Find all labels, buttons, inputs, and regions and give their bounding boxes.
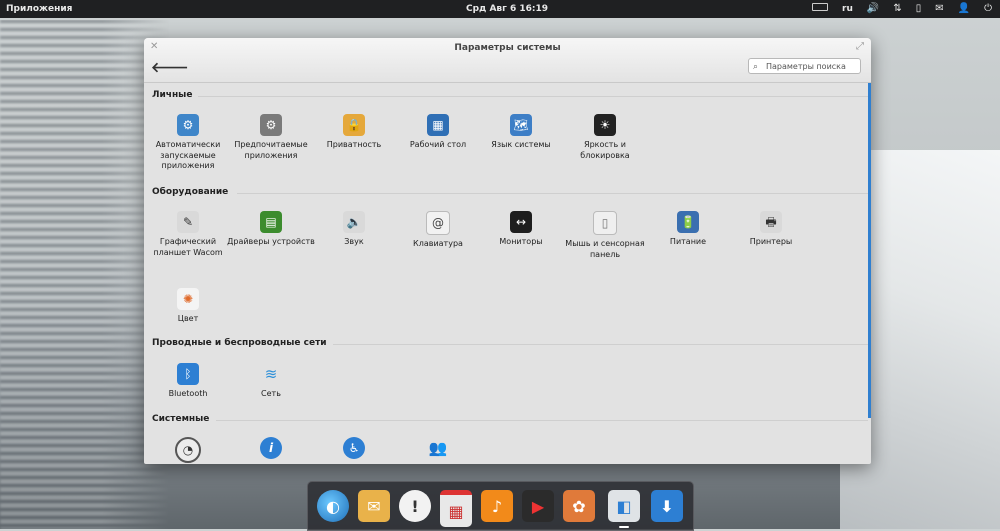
- item-wacom[interactable]: ✎ Графический планшет Wacom: [144, 211, 232, 258]
- calendar-icon[interactable]: ▦: [440, 490, 472, 527]
- desktop-icon: ▦: [427, 114, 449, 136]
- section-title-system: Системные: [152, 414, 210, 424]
- settings-content: Личные ⚙ Автоматически запускаемые прило…: [144, 83, 871, 464]
- chat-bubble-icon[interactable]: !: [399, 490, 431, 522]
- battery-panel-icon[interactable]: ▯: [916, 0, 922, 18]
- user-indicator-icon[interactable]: 👤: [958, 0, 970, 18]
- default-apps-icon: ⚙: [260, 114, 282, 136]
- video-icon[interactable]: ▶: [522, 490, 554, 522]
- settings-switch-icon[interactable]: ◧: [608, 490, 640, 522]
- item-drivers[interactable]: ▤ Драйверы устройств: [227, 211, 315, 248]
- clock-icon: ◔: [175, 437, 201, 463]
- mail-indicator-icon[interactable]: ✉: [935, 0, 943, 18]
- item-sound[interactable]: 🔈 Звук: [310, 211, 398, 248]
- item-mouse[interactable]: ▯ Мышь и сенсорная панель: [561, 211, 649, 260]
- scrollbar[interactable]: [868, 83, 871, 418]
- autostart-apps-icon: ⚙: [177, 114, 199, 136]
- tablet-pen-icon: ✎: [177, 211, 199, 233]
- item-color[interactable]: ✺ Цвет: [144, 288, 232, 325]
- info-icon: i: [260, 437, 282, 459]
- back-arrow-icon[interactable]: 🡐: [151, 59, 189, 76]
- system-settings-window: ✕ Параметры системы ⤢ 🡐 ⌕ Параметры поис…: [144, 38, 871, 464]
- maximize-icon[interactable]: ⤢: [856, 41, 864, 52]
- section-title-network: Проводные и беспроводные сети: [152, 338, 327, 348]
- item-bluetooth[interactable]: ᛒ Bluetooth: [144, 363, 232, 400]
- speaker-icon: 🔈: [343, 211, 365, 233]
- dock: ◐ ✉ ! ▦ ♪ ▶ ✿ ◧ ⬇: [307, 481, 694, 531]
- item-autostart[interactable]: ⚙ Автоматически запускаемые приложения: [144, 114, 232, 172]
- item-brightness[interactable]: ☀ Яркость и блокировка: [561, 114, 649, 161]
- window-titlebar: ✕ Параметры системы ⤢ 🡐 ⌕ Параметры поис…: [144, 38, 871, 83]
- item-privacy[interactable]: 🔒 Приватность: [310, 114, 398, 151]
- users-icon: 👥: [428, 438, 448, 457]
- accessibility-icon: ♿: [343, 437, 365, 459]
- section-title-hardware: Оборудование: [152, 187, 229, 197]
- system-tray: ru 🔊 ⇅ ▯ ✉ 👤 ⏻: [812, 0, 992, 18]
- photos-icon[interactable]: ✿: [563, 490, 595, 522]
- keyboard-icon: @: [426, 211, 450, 235]
- item-accessibility[interactable]: ♿: [310, 437, 398, 463]
- language-icon: 🗺: [510, 114, 532, 136]
- item-network[interactable]: ≋ Сеть: [227, 363, 315, 400]
- item-power[interactable]: 🔋 Питание: [644, 211, 732, 248]
- item-monitors[interactable]: ↔ Мониторы: [477, 211, 565, 248]
- section-divider: [198, 96, 868, 97]
- item-default-apps[interactable]: ⚙ Предпочитаемые приложения: [227, 114, 315, 161]
- network-arrows-icon[interactable]: ⇅: [893, 0, 901, 18]
- search-input[interactable]: ⌕ Параметры поиска: [748, 58, 861, 74]
- padlock-icon: 🔒: [343, 114, 365, 136]
- active-app-indicator: [619, 526, 629, 528]
- section-title-personal: Личные: [152, 90, 193, 100]
- item-printers[interactable]: 🖶 Принтеры: [727, 211, 815, 248]
- search-placeholder: Параметры поиска: [766, 62, 846, 71]
- section-divider: [333, 344, 868, 345]
- panel-clock[interactable]: Срд Авг 6 16:19: [466, 0, 548, 18]
- search-icon: ⌕: [753, 62, 759, 72]
- battery-icon: 🔋: [677, 211, 699, 233]
- music-note-icon[interactable]: ♪: [481, 490, 513, 522]
- mail-icon[interactable]: ✉: [358, 490, 390, 522]
- wifi-icon: ≋: [264, 364, 278, 383]
- monitor-icon: ↔: [510, 211, 532, 233]
- chip-board-icon: ▤: [260, 211, 282, 233]
- mouse-icon: ▯: [593, 211, 617, 235]
- item-users[interactable]: 👥: [394, 437, 482, 463]
- item-keyboard[interactable]: @ Клавиатура: [394, 211, 482, 250]
- keyboard-layout-icon[interactable]: [812, 0, 829, 18]
- section-divider: [237, 193, 868, 194]
- section-divider: [216, 420, 868, 421]
- download-icon[interactable]: ⬇: [651, 490, 683, 522]
- item-about[interactable]: i: [227, 437, 315, 463]
- brightness-icon: ☀: [594, 114, 616, 136]
- language-indicator[interactable]: ru: [842, 0, 853, 18]
- color-wheel-icon: ✺: [177, 288, 199, 310]
- item-language[interactable]: 🗺 Язык системы: [477, 114, 565, 151]
- window-title: Параметры системы: [454, 43, 561, 53]
- bluetooth-icon: ᛒ: [177, 363, 199, 385]
- printer-icon: 🖶: [760, 211, 782, 233]
- item-desktop[interactable]: ▦ Рабочий стол: [394, 114, 482, 151]
- power-icon[interactable]: ⏻: [984, 0, 992, 18]
- top-panel: Приложения Срд Авг 6 16:19 ru 🔊 ⇅ ▯ ✉ 👤 …: [0, 0, 1000, 18]
- item-date-time[interactable]: ◔: [144, 437, 232, 464]
- browser-icon[interactable]: ◐: [317, 490, 349, 522]
- volume-icon[interactable]: 🔊: [867, 0, 879, 18]
- applications-menu[interactable]: Приложения: [6, 0, 72, 18]
